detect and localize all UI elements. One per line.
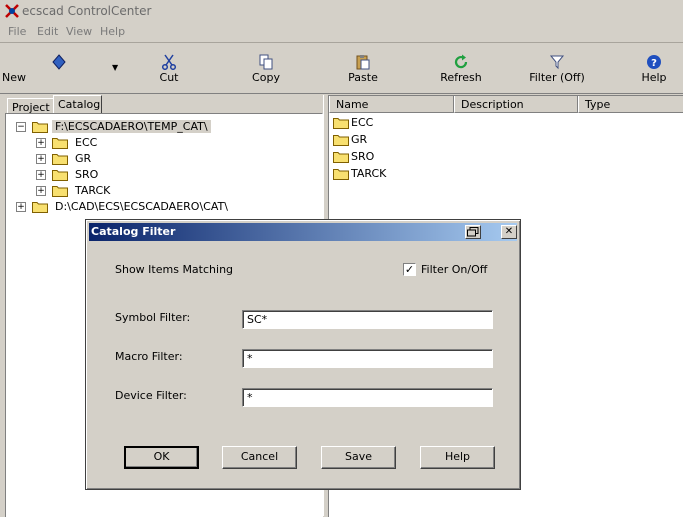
cancel-button[interactable]: Cancel — [222, 446, 297, 469]
paste-button[interactable]: Paste — [341, 43, 385, 91]
column-header-description[interactable]: Description — [454, 96, 578, 113]
tree-item-sro[interactable]: + SRO — [36, 167, 236, 183]
folder-icon — [333, 118, 349, 129]
help-button-dialog[interactable]: Help — [420, 446, 495, 469]
expand-icon[interactable]: + — [36, 138, 46, 148]
menu-help[interactable]: Help — [100, 25, 125, 38]
help-button[interactable]: ? Help — [638, 43, 670, 91]
copy-button[interactable]: Copy — [244, 43, 288, 91]
close-icon[interactable]: ✕ — [501, 225, 517, 239]
expand-icon[interactable]: + — [36, 170, 46, 180]
tree-item-label: F:\ECSCADAERO\TEMP_CAT\ — [52, 120, 211, 133]
expand-icon[interactable]: + — [36, 186, 46, 196]
filter-button[interactable]: Filter (Off) — [527, 43, 587, 91]
toolbar: New ▼ Cut Copy Paste Refresh Filter (Off… — [0, 43, 683, 94]
menu-file[interactable]: File — [8, 25, 26, 38]
tree-item-gr[interactable]: + GR — [36, 151, 236, 167]
folder-icon — [52, 186, 68, 197]
tree-item-root-temp-cat[interactable]: − F:\ECSCADAERO\TEMP_CAT\ — [16, 119, 316, 135]
filter-funnel-icon — [549, 55, 565, 70]
cut-button[interactable]: Cut — [149, 43, 189, 91]
copy-icon — [259, 54, 273, 70]
restore-icon[interactable] — [465, 225, 481, 239]
folder-icon — [333, 152, 349, 163]
dialog-title-bar[interactable]: Catalog Filter ✕ — [89, 223, 517, 241]
ecscad-app-icon — [5, 4, 19, 18]
device-filter-label: Device Filter: — [115, 389, 187, 402]
filter-label: Filter (Off) — [529, 71, 585, 84]
list-item-label: ECC — [351, 116, 374, 129]
menu-view[interactable]: View — [66, 25, 92, 38]
macro-filter-label: Macro Filter: — [115, 350, 183, 363]
tree-item-ecc[interactable]: + ECC — [36, 135, 236, 151]
dialog-title: Catalog Filter — [91, 225, 176, 238]
help-label: Help — [641, 71, 667, 84]
svg-text:?: ? — [651, 58, 657, 69]
menu-bar: File Edit View Help — [0, 22, 683, 43]
save-button[interactable]: Save — [321, 446, 396, 469]
folder-icon — [333, 135, 349, 146]
expand-icon[interactable]: + — [36, 154, 46, 164]
device-filter-input[interactable] — [242, 388, 493, 407]
tree-item-root-cad-cat[interactable]: + D:\CAD\ECS\ECSCADAERO\CAT\ — [16, 199, 316, 215]
new-dropdown-arrow-icon[interactable]: ▼ — [112, 63, 118, 72]
macro-filter-input[interactable] — [242, 349, 493, 368]
tree-item-label: D:\CAD\ECS\ECSCADAERO\CAT\ — [55, 200, 228, 213]
filter-on-off-label[interactable]: Filter On/Off — [421, 263, 487, 276]
folder-icon — [32, 202, 48, 213]
tree-item-tarck[interactable]: + TARCK — [36, 183, 236, 199]
collapse-icon[interactable]: − — [16, 122, 26, 132]
symbol-filter-input[interactable] — [242, 310, 493, 329]
column-header-name[interactable]: Name — [329, 96, 454, 113]
paste-label: Paste — [348, 71, 378, 84]
window-title: ecscad ControlCenter — [22, 4, 152, 18]
folder-icon — [52, 170, 68, 181]
catalog-filter-dialog: Catalog Filter ✕ Show Items Matching ✓ F… — [85, 219, 521, 490]
refresh-button[interactable]: Refresh — [436, 43, 486, 91]
scissors-icon — [161, 54, 177, 70]
tree-item-label: SRO — [75, 168, 99, 181]
ok-button[interactable]: OK — [124, 446, 199, 469]
folder-open-icon — [32, 122, 48, 133]
menu-edit[interactable]: Edit — [37, 25, 58, 38]
list-item-label: TARCK — [351, 167, 387, 180]
folder-icon — [333, 169, 349, 180]
refresh-icon — [454, 54, 468, 69]
new-button[interactable]: New — [2, 43, 66, 91]
cut-label: Cut — [159, 71, 179, 84]
filter-on-off-checkbox[interactable]: ✓ — [403, 263, 416, 276]
symbol-filter-label: Symbol Filter: — [115, 311, 191, 324]
new-diamond-icon — [52, 54, 66, 70]
title-bar: ecscad ControlCenter — [0, 0, 683, 22]
expand-icon[interactable]: + — [16, 202, 26, 212]
folder-icon — [52, 154, 68, 165]
list-item-label: SRO — [351, 150, 375, 163]
help-question-icon: ? — [647, 55, 661, 69]
folder-icon — [52, 138, 68, 149]
tree-item-label: TARCK — [75, 184, 111, 197]
tree-item-label: GR — [75, 152, 92, 165]
show-items-label: Show Items Matching — [115, 263, 234, 276]
tree-item-label: ECC — [75, 136, 98, 149]
copy-label: Copy — [252, 71, 280, 84]
tab-project[interactable]: Project — [7, 98, 55, 114]
paste-clipboard-icon — [356, 55, 370, 70]
new-label: New — [2, 71, 26, 84]
refresh-label: Refresh — [440, 71, 482, 84]
column-header-type[interactable]: Type — [578, 96, 683, 113]
tab-catalog[interactable]: Catalog — [53, 95, 102, 113]
list-item-label: GR — [351, 133, 368, 146]
